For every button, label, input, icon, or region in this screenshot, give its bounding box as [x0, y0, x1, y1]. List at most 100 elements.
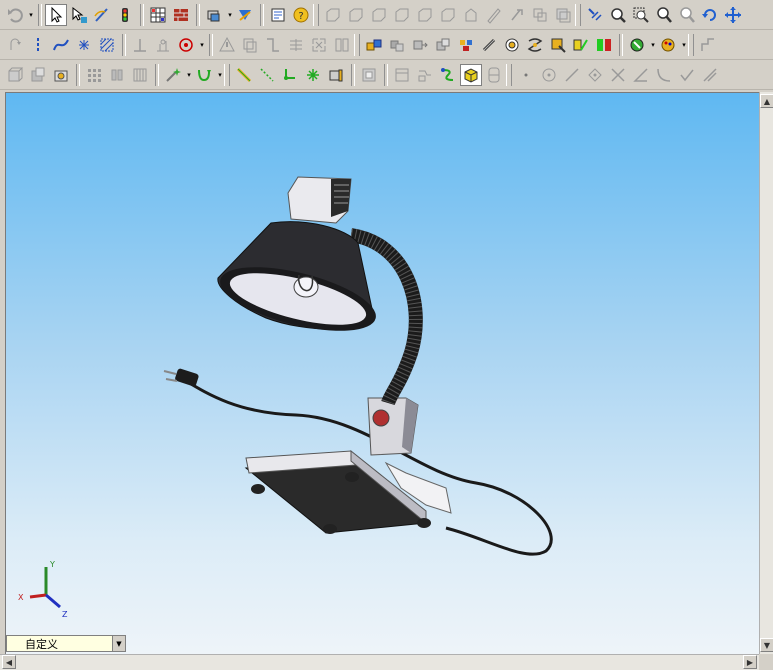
route-icon[interactable]	[437, 64, 459, 86]
sketch-relation-icon[interactable]	[506, 4, 528, 26]
scroll-up-icon[interactable]: ▲	[760, 94, 773, 108]
centerline-icon[interactable]	[27, 34, 49, 56]
point-icon[interactable]	[73, 34, 95, 56]
zoom-out-icon[interactable]	[676, 4, 698, 26]
section-icon[interactable]	[483, 64, 505, 86]
cube-icon[interactable]	[460, 63, 482, 86]
library-icon[interactable]	[129, 64, 151, 86]
scroll-right-icon[interactable]: ▶	[743, 655, 757, 669]
asterisk-icon[interactable]	[302, 64, 324, 86]
slash-icon[interactable]	[699, 64, 721, 86]
scroll-left-icon[interactable]: ◀	[2, 655, 16, 669]
check-icon[interactable]	[676, 64, 698, 86]
rebuild-icon[interactable]	[234, 4, 256, 26]
grid-icon[interactable]	[147, 4, 169, 26]
smart-fastener-icon[interactable]	[478, 34, 500, 56]
graphics-viewport[interactable]: Y X Z	[5, 92, 761, 656]
help-icon[interactable]: ?	[290, 4, 312, 26]
display-style-icon[interactable]	[203, 4, 225, 26]
brick-wall-icon[interactable]	[170, 4, 192, 26]
spline-icon[interactable]	[50, 34, 72, 56]
hatch-icon[interactable]	[96, 34, 118, 56]
mate-icon[interactable]	[386, 34, 408, 56]
dimension-icon[interactable]	[152, 34, 174, 56]
color-wheel-icon[interactable]	[570, 34, 592, 56]
appearance-icon[interactable]	[593, 34, 615, 56]
sketch-corner-icon[interactable]	[547, 34, 569, 56]
plane-icon[interactable]	[322, 4, 344, 26]
zoom-fit-icon[interactable]	[584, 4, 606, 26]
line-draw-icon[interactable]	[561, 64, 583, 86]
display-style-dropdown[interactable]: ▾	[226, 4, 234, 26]
rotate-icon[interactable]	[699, 4, 721, 26]
notes-icon[interactable]	[267, 4, 289, 26]
scroll-down-icon[interactable]: ▼	[760, 638, 773, 652]
box-icon[interactable]	[4, 64, 26, 86]
pan-icon[interactable]	[722, 4, 744, 26]
pattern-icon[interactable]	[83, 64, 105, 86]
vertical-scrollbar[interactable]: ▲ ▼	[759, 92, 773, 654]
copy-icon[interactable]	[239, 34, 261, 56]
warning-icon[interactable]	[216, 34, 238, 56]
trim-icon[interactable]	[285, 34, 307, 56]
horizontal-scrollbar[interactable]: ◀ ▶	[0, 654, 759, 670]
motion-icon[interactable]	[524, 34, 546, 56]
traffic-light-icon[interactable]	[114, 4, 136, 26]
drawing-icon[interactable]	[414, 64, 436, 86]
star-magic-icon[interactable]	[162, 64, 184, 86]
diamond-icon[interactable]	[584, 64, 606, 86]
palette-dropdown[interactable]: ▾	[680, 34, 688, 56]
zoom-area-icon[interactable]	[607, 4, 629, 26]
scene-icon[interactable]	[626, 34, 648, 56]
explode-icon[interactable]	[455, 34, 477, 56]
loop-icon[interactable]	[193, 64, 215, 86]
gear-box-icon[interactable]	[50, 64, 72, 86]
cross-icon[interactable]	[607, 64, 629, 86]
circle-icon[interactable]	[538, 64, 560, 86]
assembly-icon[interactable]	[331, 34, 353, 56]
component-icon[interactable]	[363, 34, 385, 56]
sketch-corner2-icon[interactable]	[697, 34, 719, 56]
select-filter-icon[interactable]	[68, 4, 90, 26]
undo-dropdown[interactable]: ▾	[27, 4, 35, 26]
plane3-icon[interactable]	[368, 4, 390, 26]
battery-icon[interactable]	[325, 64, 347, 86]
star-dropdown[interactable]: ▾	[185, 64, 193, 86]
plane2-icon[interactable]	[345, 4, 367, 26]
dimension-base-icon[interactable]	[129, 34, 151, 56]
angle-icon[interactable]	[630, 64, 652, 86]
layers2-icon[interactable]	[552, 4, 574, 26]
scene-dropdown[interactable]: ▾	[649, 34, 657, 56]
toolbox-icon[interactable]	[501, 34, 523, 56]
loop-dropdown[interactable]: ▾	[216, 64, 224, 86]
desk-lamp-model[interactable]	[6, 93, 760, 655]
arc-icon[interactable]	[4, 34, 26, 56]
plane4-icon[interactable]	[391, 4, 413, 26]
mirror-icon[interactable]	[106, 64, 128, 86]
extend-icon[interactable]	[262, 34, 284, 56]
plane7-icon[interactable]	[460, 4, 482, 26]
ruler-icon[interactable]	[233, 64, 255, 86]
plane5-icon[interactable]	[414, 4, 436, 26]
plane6-icon[interactable]	[437, 4, 459, 26]
palette-icon[interactable]	[657, 34, 679, 56]
sketch-icon[interactable]	[91, 4, 113, 26]
frame-icon[interactable]	[358, 64, 380, 86]
zoom-window-icon[interactable]	[630, 4, 652, 26]
zoom-in-icon[interactable]	[653, 4, 675, 26]
circle-target-icon[interactable]	[175, 34, 197, 56]
circle-dropdown[interactable]: ▾	[198, 34, 206, 56]
box2-icon[interactable]	[27, 64, 49, 86]
line-icon[interactable]	[256, 64, 278, 86]
select-arrow-icon[interactable]	[45, 3, 67, 26]
pin-icon[interactable]	[432, 34, 454, 56]
chevron-down-icon[interactable]: ▼	[112, 636, 125, 651]
undo-icon[interactable]	[4, 4, 26, 26]
curve-icon[interactable]	[653, 64, 675, 86]
offset-icon[interactable]	[308, 34, 330, 56]
layers-icon[interactable]	[529, 4, 551, 26]
move-icon[interactable]	[409, 34, 431, 56]
pencil-icon[interactable]	[483, 4, 505, 26]
dot-icon[interactable]	[515, 64, 537, 86]
node-icon[interactable]	[279, 64, 301, 86]
